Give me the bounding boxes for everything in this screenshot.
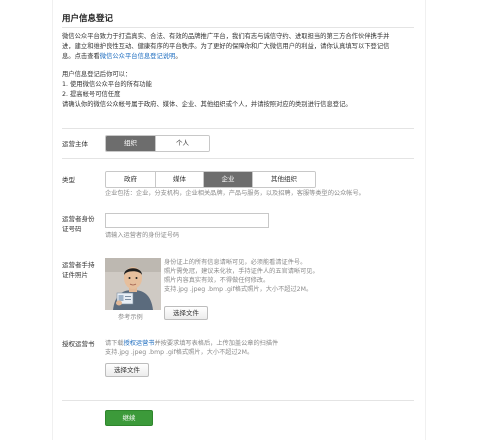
- continue-button[interactable]: 继续: [105, 410, 153, 426]
- section-divider: [62, 128, 414, 129]
- hint-line: 请下载授权运营书并按要求填写表格后，上传加盖公章的扫描件: [105, 339, 278, 348]
- type-option-government[interactable]: 政府: [106, 172, 156, 187]
- hint-line: 照片需免冠，建议未化妆，手持证件人的五官请晰可见。: [164, 268, 319, 275]
- hint-line: 支持.jpg .jpeg .bmp .gif格式照片，大小不超过2M。: [164, 286, 313, 293]
- hint-text: 并按要求填写表格后，上传加盖公章的扫描件: [154, 340, 279, 347]
- hint-line: 支持.jpg .jpeg .bmp .gif格式照片，大小不超过2M。: [105, 349, 254, 356]
- section-divider: [62, 158, 414, 159]
- label-line: 证件照片: [62, 271, 88, 279]
- type-option-media[interactable]: 媒体: [156, 172, 204, 187]
- intro-line: 息。点击查看微信公众平台信息登记说明。: [62, 52, 414, 62]
- intro-text: 。: [175, 53, 182, 60]
- auth-letter-upload-button[interactable]: 选择文件: [105, 363, 149, 377]
- type-hint: 企业包括：企业，分支机构，企业相关品牌，产品与服务，以及招聘，客服等类型的公众帐…: [105, 190, 365, 197]
- person-holding-id-image: [105, 258, 161, 310]
- title-divider: [62, 27, 414, 28]
- id-photo-hints: 身份证上的所有信息请晰可见，必须能看清证件号。 照片需免冠，建议未化妆，手持证件…: [164, 258, 319, 294]
- operator-option-individual[interactable]: 个人: [156, 136, 209, 151]
- auth-letter-label: 授权运营书: [62, 340, 95, 348]
- label-line: 证号码: [62, 225, 82, 233]
- id-number-input[interactable]: [105, 213, 269, 228]
- benefits-title: 用户信息登记后你可以：: [62, 71, 132, 78]
- hint-line: 照片内容真实有效，不得做任何修改。: [164, 277, 270, 284]
- auth-letter-download-link[interactable]: 授权运营书: [124, 340, 155, 347]
- id-photo-upload-button[interactable]: 选择文件: [164, 306, 208, 320]
- type-option-enterprise[interactable]: 企业: [204, 172, 253, 187]
- benefit-item: 2. 提高帐号可信任度: [62, 91, 121, 98]
- intro-line: 进，建立和维护良性互动、健康有序的平台秩序。为了更好的保障你和广大微信用户的利益…: [62, 43, 390, 50]
- hint-line: 身份证上的所有信息请晰可见，必须能看清证件号。: [164, 259, 307, 266]
- type-option-other-organization[interactable]: 其他组织: [253, 172, 315, 187]
- intro-line: 微信公众平台致力于打造真实、合法、有效的品牌推广平台，我们有志与诚信守约、进取担…: [62, 33, 390, 40]
- operator-label: 运营主体: [62, 140, 88, 148]
- operator-option-organization[interactable]: 组织: [106, 136, 156, 151]
- page-title: 用户信息登记: [62, 14, 114, 24]
- benefit-item: 1. 使用微信公众平台的所有功能: [62, 81, 152, 88]
- registration-guide-link[interactable]: 微信公众平台信息登记说明: [100, 53, 176, 60]
- footer-divider: [62, 400, 414, 401]
- id-photo-label: 运营者手持 证件照片: [62, 260, 95, 280]
- sample-photo: [105, 258, 161, 310]
- id-number-label: 运营者身份 证号码: [62, 214, 95, 234]
- intro-text: 息。点击查看: [62, 53, 100, 60]
- operator-selector: 组织 个人: [105, 135, 210, 152]
- type-selector: 政府 媒体 企业 其他组织: [105, 171, 316, 188]
- intro-paragraph: 微信公众平台致力于打造真实、合法、有效的品牌推广平台，我们有志与诚信守约、进取担…: [62, 32, 414, 62]
- sample-caption: 参考示例: [118, 314, 143, 321]
- type-label: 类型: [62, 176, 75, 184]
- label-line: 运营者身份: [62, 215, 95, 223]
- benefits-block: 用户信息登记后你可以： 1. 使用微信公众平台的所有功能 2. 提高帐号可信任度…: [62, 70, 414, 110]
- label-line: 运营者手持: [62, 261, 95, 269]
- category-note: 请确认你的微信公众帐号属于政府、媒体、企业、其他组织或个人，并请按照对应的类别进…: [62, 101, 352, 108]
- auth-letter-hints: 请下载授权运营书并按要求填写表格后，上传加盖公章的扫描件 支持.jpg .jpe…: [105, 339, 278, 357]
- hint-text: 请下载: [105, 340, 124, 347]
- id-number-hint: 请输入运营者的身份证号码: [105, 232, 180, 239]
